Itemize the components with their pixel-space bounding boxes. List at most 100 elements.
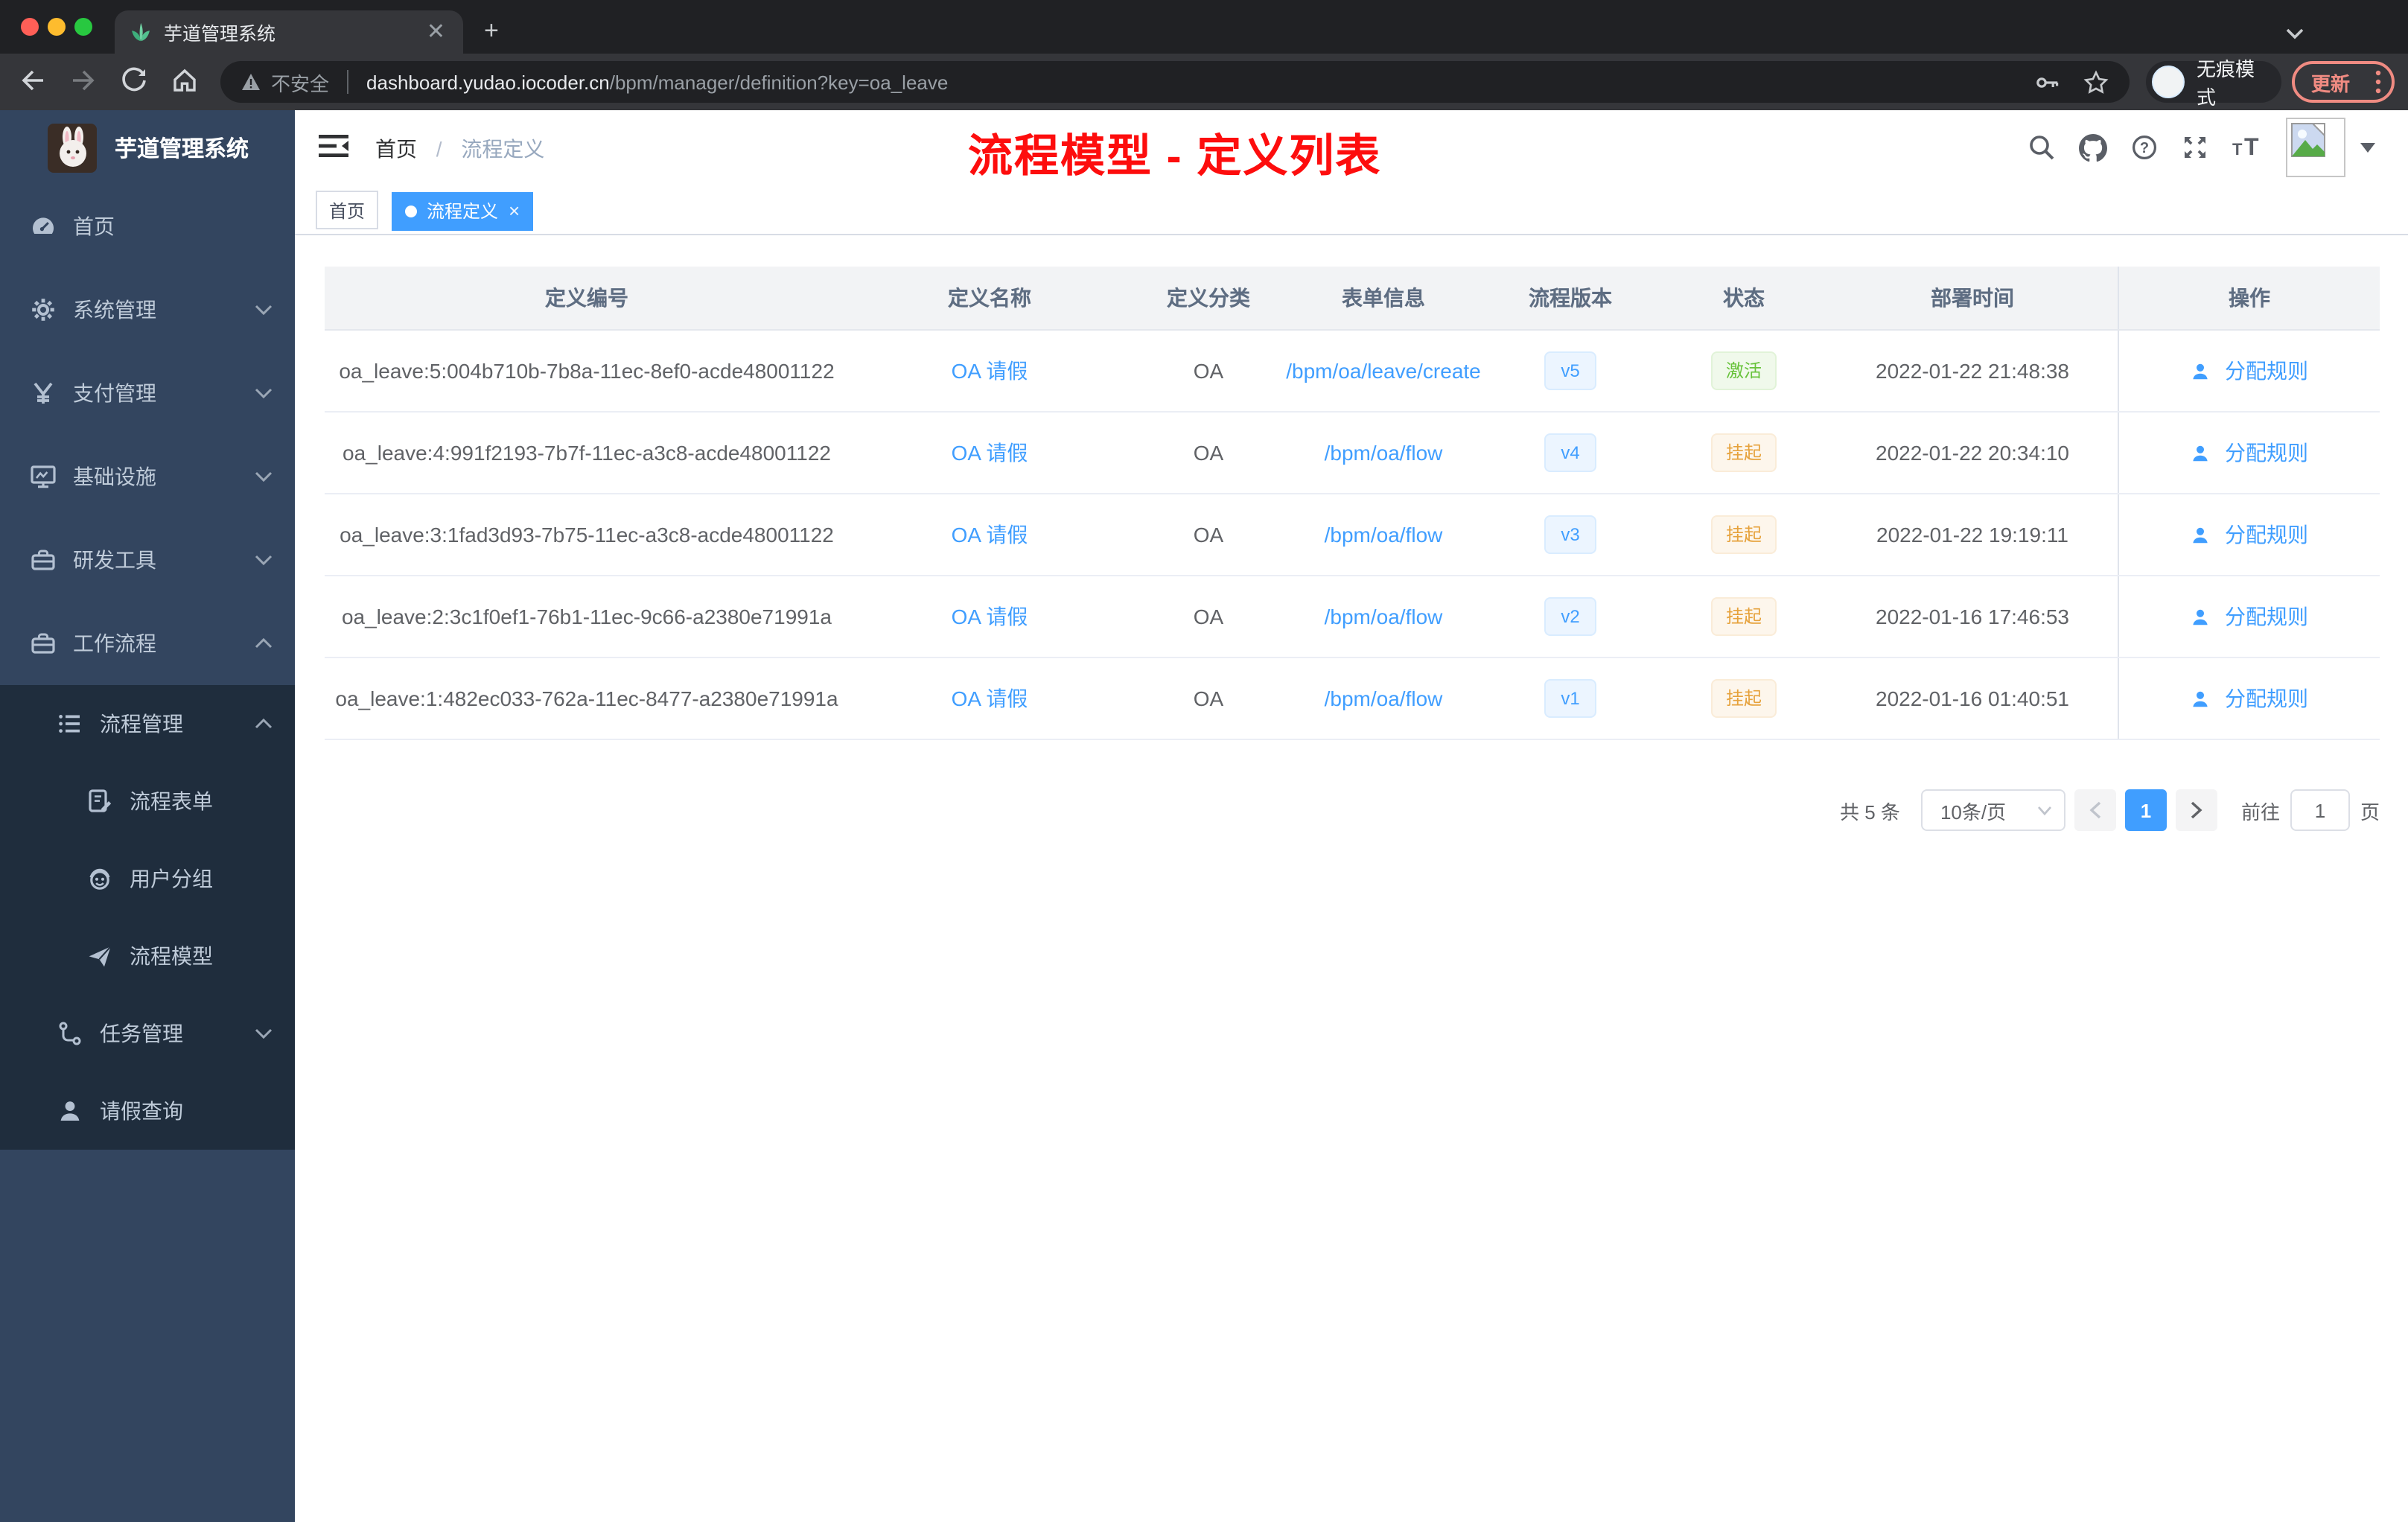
assign-rule-link[interactable]: 分配规则 [2191,520,2308,550]
cell-status: 挂起 [1660,658,1827,739]
definition-table: 定义编号 定义名称 定义分类 表单信息 流程版本 状态 部署时间 操作 oa_l… [325,267,2380,740]
form-link[interactable]: /bpm/oa/leave/create [1286,359,1481,383]
sidebar-item-home[interactable]: 首页 [0,185,295,268]
password-key-icon[interactable] [2034,69,2060,95]
tab-search-chevron-icon[interactable] [2286,21,2304,48]
security-label[interactable]: 不安全 [271,68,329,96]
page-size-value: 10条/页 [1940,800,2007,823]
cell-definition-name: OA 请假 [849,413,1130,493]
tag-label: 流程定义 [426,201,498,222]
sidebar-item-system[interactable]: 系统管理 [0,268,295,351]
chevron-down-icon [255,387,273,399]
sidebar-item-process-management[interactable]: 流程管理 [0,685,295,762]
form-link[interactable]: /bpm/oa/flow [1325,523,1443,547]
update-button[interactable]: 更新 [2292,61,2395,103]
cell-status: 挂起 [1660,576,1827,657]
assign-user-icon [2191,361,2217,380]
tag-home[interactable]: 首页 [316,191,379,229]
traffic-light-minimize[interactable] [48,18,66,36]
security-warning-icon[interactable] [241,73,261,91]
cell-deploy-time: 2022-01-16 01:40:51 [1876,687,2069,710]
status-badge: 挂起 [1710,433,1777,472]
status-badge: 激活 [1710,351,1777,390]
sidebar-item-payment[interactable]: 支付管理 [0,351,295,435]
sidebar-item-workflow[interactable]: 工作流程 [0,602,295,685]
forward-icon[interactable] [69,66,98,95]
cell-definition-id: oa_leave:3:1fad3d93-7b75-11ec-a3c8-acde4… [340,523,834,547]
github-icon[interactable] [2079,133,2107,162]
definition-name-link[interactable]: OA 请假 [952,602,1028,631]
search-icon[interactable] [2028,134,2055,161]
svg-text:T: T [2244,134,2259,160]
cell-form-info: /bpm/oa/flow [1287,658,1480,739]
assign-user-icon [2191,443,2217,462]
sidebar-item-label: 研发工具 [73,548,156,572]
sidebar-item-process-model[interactable]: 流程模型 [0,917,295,995]
traffic-light-zoom[interactable] [74,18,92,36]
sidebar-item-dev-tools[interactable]: 研发工具 [0,518,295,602]
cell-definition-id: oa_leave:5:004b710b-7b8a-11ec-8ef0-acde4… [339,359,835,383]
tab-close-icon[interactable]: ✕ [424,21,448,43]
sidebar-item-infrastructure[interactable]: 基础设施 [0,435,295,518]
tag-process-definition[interactable]: 流程定义 × [392,191,534,230]
form-link[interactable]: /bpm/oa/flow [1325,605,1443,628]
robot-face-icon [86,865,113,892]
back-icon[interactable] [18,66,48,95]
assign-rule-link[interactable]: 分配规则 [2191,356,2308,386]
sidebar: 芋道管理系统 首页 系统管理 支付管理 基础设施 研发工具 工作流程 流程管理 … [0,110,295,1522]
assign-rule-link[interactable]: 分配规则 [2191,602,2308,631]
reload-icon[interactable] [119,66,149,95]
incognito-chip[interactable]: 无痕模式 [2146,58,2281,109]
tag-close-icon[interactable]: × [509,201,520,220]
assign-rule-link[interactable]: 分配规则 [2191,438,2308,468]
font-size-icon[interactable]: TT [2232,134,2262,161]
prev-page-button[interactable] [2074,789,2116,831]
version-badge: v3 [1544,515,1596,554]
cell-actions: 分配规则 [2118,576,2380,657]
page-number-button[interactable]: 1 [2124,789,2167,831]
sidebar-logo[interactable]: 芋道管理系统 [0,110,295,185]
favicon-plant-icon [130,21,152,43]
dashboard-icon [30,213,57,240]
cell-version: v1 [1480,658,1660,739]
new-tab-button[interactable]: + [484,15,499,48]
sidebar-item-leave-query[interactable]: 请假查询 [0,1072,295,1150]
main-area: 首页 / 流程定义 流程模型 - 定义列表 ? T T 首页 流程定义 × 定义… [295,110,2408,1522]
form-link[interactable]: /bpm/oa/flow [1325,687,1443,710]
breadcrumb-home[interactable]: 首页 [375,137,417,161]
definition-name-link[interactable]: OA 请假 [952,684,1028,713]
sidebar-item-task-management[interactable]: 任务管理 [0,995,295,1072]
cell-version: v5 [1480,331,1660,411]
chevron-down-icon [255,554,273,566]
page-size-select[interactable]: 10条/页 [1920,789,2065,831]
definition-name-link[interactable]: OA 请假 [952,520,1028,550]
home-icon[interactable] [170,66,200,95]
sidebar-item-label: 系统管理 [73,298,156,322]
help-icon[interactable]: ? [2131,134,2158,161]
goto-label: 前往 [2240,800,2280,823]
sidebar-item-user-group[interactable]: 用户分组 [0,840,295,917]
goto-page-input[interactable] [2290,789,2350,831]
form-link[interactable]: /bpm/oa/flow [1325,441,1443,465]
incognito-icon [2152,66,2185,98]
table-body: oa_leave:5:004b710b-7b8a-11ec-8ef0-acde4… [325,331,2380,740]
browser-tab[interactable]: 芋道管理系统 ✕ [115,10,463,54]
next-page-button[interactable] [2175,789,2217,831]
bookmark-star-icon[interactable] [2083,69,2109,95]
address-bar[interactable]: 不安全 dashboard.yudao.iocoder.cn/bpm/manag… [220,61,2130,103]
column-header-version: 流程版本 [1529,286,1612,310]
browser-menu-dots-icon[interactable] [2375,70,2381,94]
avatar[interactable] [2286,118,2345,177]
cell-category: OA [1193,359,1224,383]
sidebar-item-label: 支付管理 [73,381,156,405]
assign-rule-link[interactable]: 分配规则 [2191,684,2308,713]
sidebar-item-process-form[interactable]: 流程表单 [0,762,295,840]
sidebar-collapse-icon[interactable] [319,133,348,167]
avatar-caret-down-icon[interactable] [2360,134,2375,161]
definition-name-link[interactable]: OA 请假 [952,356,1028,386]
briefcase-icon [30,630,57,657]
gear-icon [30,296,57,323]
traffic-light-close[interactable] [21,18,39,36]
definition-name-link[interactable]: OA 请假 [952,438,1028,468]
fullscreen-icon[interactable] [2182,134,2208,161]
